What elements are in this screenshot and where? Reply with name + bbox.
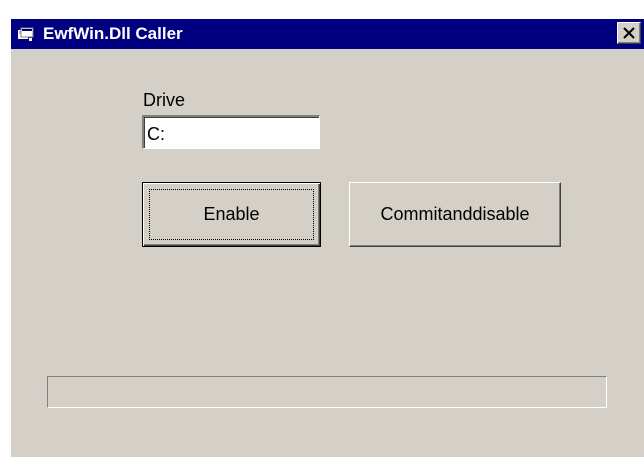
window-title: EwfWin.Dll Caller (43, 24, 183, 43)
drive-label: Drive (143, 90, 186, 110)
commit-button-label: Commitanddisable (380, 204, 530, 224)
drive-input[interactable] (142, 115, 320, 149)
enable-button-label: Enable (203, 204, 260, 224)
main-window: EwfWin.Dll Caller Drive Enable Commitand… (10, 18, 644, 457)
commit-and-disable-button[interactable]: Commitanddisable (349, 182, 561, 247)
progress-bar (47, 376, 607, 408)
app-icon (17, 25, 35, 43)
close-button[interactable] (617, 22, 641, 44)
close-icon (623, 27, 635, 39)
enable-button[interactable]: Enable (142, 182, 321, 247)
title-bar[interactable]: EwfWin.Dll Caller (11, 19, 644, 49)
